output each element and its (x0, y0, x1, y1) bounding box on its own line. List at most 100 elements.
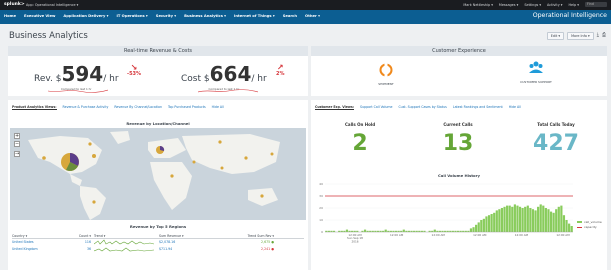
total-calls-tile: Total Calls Today 427 (507, 122, 605, 156)
tab-hide-all[interactable]: Hide All (212, 105, 224, 110)
cell-country[interactable]: United Kingdom (12, 246, 74, 253)
tab-revenue-by-channel[interactable]: Revenue By Channel/Location (114, 105, 162, 110)
product-views-label: Product Analytics Views: (12, 105, 57, 110)
nav-security[interactable]: Security ▾ (156, 14, 176, 18)
cost-label: Cost $ (181, 74, 210, 84)
messages-menu[interactable]: Messages ▾ (499, 3, 518, 7)
table-row[interactable]: United States 116 $2,078.16 2,675 ● (12, 239, 304, 246)
map-zoom-in-button[interactable]: + (14, 133, 20, 139)
tab-revenue-purchase-activity[interactable]: Revenue & Purchase Activity (63, 105, 109, 110)
app-selector[interactable]: App: Operational Intelligence ▾ (26, 3, 78, 7)
cost-delta: ↗ 2% (276, 64, 285, 77)
nav-other[interactable]: Other ▾ (305, 14, 320, 18)
col-sum-revenue[interactable]: Sum Revenue ▾ (159, 233, 219, 238)
nav-application-delivery[interactable]: Application Delivery ▾ (63, 14, 108, 18)
nav-business-analytics[interactable]: Business Analytics ▾ (184, 14, 226, 18)
bar (506, 205, 509, 232)
tab-hide-all[interactable]: Hide All (509, 105, 521, 110)
bar (503, 206, 506, 232)
bar (477, 222, 480, 232)
y-tick-label: 10 (319, 218, 323, 222)
bar (480, 220, 483, 232)
map-marker-russia[interactable] (218, 140, 222, 144)
map-marker-west[interactable] (42, 156, 46, 160)
y-tick-label: 40 (319, 182, 323, 186)
nav-internet-of-things[interactable]: Internet of Things ▾ (234, 14, 275, 18)
download-icon[interactable]: ⤓ (597, 32, 599, 40)
map-zoom-out-button[interactable]: − (14, 141, 20, 147)
col-trend[interactable]: Trend ▾ (94, 233, 159, 238)
nav-search[interactable]: Search (283, 14, 297, 18)
col-country[interactable]: Country ▾ (12, 233, 74, 238)
call-volume-chart[interactable]: 40 30 20 10 0 12:00 AM Sun Sep 18 2016 12:00 AM 1… (311, 180, 607, 250)
legend-item[interactable]: capacity (577, 225, 602, 229)
col-trend-sum-rev[interactable]: Trend Sum Rev ▾ (219, 233, 274, 238)
edit-button[interactable]: Edit ▾ (546, 32, 565, 40)
bar (526, 205, 529, 232)
bar (493, 212, 496, 232)
revenue-map[interactable] (10, 128, 306, 220)
cost-delta-value: 2% (276, 71, 285, 77)
settings-menu[interactable]: Settings ▾ (524, 3, 541, 7)
tab-support-cases-by-status[interactable]: Cust. Support Cases by Status (398, 105, 446, 110)
print-icon[interactable]: ⎙ (602, 32, 606, 40)
chart-legend: call_volume capacity (577, 220, 602, 230)
shipment-tile[interactable]: SHIPMENT (371, 62, 401, 86)
map-pie-north-america[interactable] (61, 153, 79, 171)
revenue-metric: Rev. $594/ hr Compared to last 1 hr (34, 62, 119, 91)
map-marker-africa[interactable] (170, 174, 174, 178)
current-calls-title: Current Calls (443, 122, 473, 127)
col-count[interactable]: Count ▾ (74, 233, 94, 238)
nav-executive-view[interactable]: Executive View (24, 14, 55, 18)
map-marker-east[interactable] (92, 154, 96, 158)
map-marker-australia[interactable] (260, 194, 264, 198)
customer-support-tile[interactable]: CUSTOMER SUPPORT (518, 60, 554, 84)
cell-country[interactable]: United States (12, 239, 74, 246)
map-marker-middle-east[interactable] (192, 160, 196, 164)
dashboard-actions: Edit ▾ More Info ▾ ⤓ ⎙ (546, 32, 606, 40)
region-table: Country ▾ Count ▾ Trend ▾ Sum Revenue ▾ … (12, 233, 304, 253)
cell-count: 36 (86, 247, 91, 251)
activity-menu[interactable]: Activity ▾ (547, 3, 562, 7)
bar (475, 224, 478, 232)
shipment-label: SHIPMENT (378, 82, 394, 86)
customer-experience-panel: Customer Experience SHIPMENT CUSTOMER SU… (311, 46, 607, 96)
bar (537, 206, 540, 232)
bar (345, 229, 349, 232)
splunk-logo[interactable]: splunk> (4, 2, 25, 7)
map-marker-canada[interactable] (88, 142, 92, 146)
bar (518, 206, 522, 232)
map-reset-button[interactable]: → (14, 151, 20, 157)
y-tick-label: 20 (319, 206, 323, 210)
find-input[interactable]: Find (585, 2, 607, 7)
tab-top-purchased-products[interactable]: Top Purchased Products (168, 105, 206, 110)
more-info-button[interactable]: More Info ▾ (567, 32, 594, 40)
help-menu[interactable]: Help ▾ (568, 3, 579, 7)
revenue-unit: / hr (103, 74, 119, 84)
legend-label: capacity (584, 225, 597, 229)
bar (511, 206, 514, 232)
nav-it-operations[interactable]: IT Operations ▾ (117, 14, 148, 18)
tab-rankings-and-sentiment[interactable]: Latest Rankings and Sentiment (453, 105, 503, 110)
bar (524, 206, 527, 232)
bar (539, 204, 542, 232)
map-marker-japan[interactable] (270, 152, 274, 156)
user-menu[interactable]: Mark Nettleship ▾ (463, 3, 493, 7)
tab-support-call-volume[interactable]: Support Call Volume (360, 105, 392, 110)
shipment-icon (379, 63, 393, 77)
bar (516, 205, 519, 232)
dashboard-header: Business Analytics Edit ▾ More Info ▾ ⤓ … (0, 24, 611, 46)
bar (521, 208, 524, 232)
region-table-title: Revenue by Top 5 Regions (129, 224, 187, 229)
nav-home[interactable]: Home (4, 14, 16, 18)
table-row[interactable]: United Kingdom 36 $711.94 2,241 ● (12, 246, 304, 253)
map-marker-india[interactable] (220, 166, 224, 170)
map-marker-south-america[interactable] (92, 200, 96, 204)
legend-item[interactable]: call_volume (577, 220, 602, 224)
map-marker-china[interactable] (244, 156, 248, 160)
cost-unit: / hr (251, 74, 267, 84)
bar (547, 209, 550, 232)
status-dot-icon: ● (271, 240, 274, 244)
cost-value: 664 (209, 62, 252, 86)
revenue-sparkline (48, 89, 108, 93)
